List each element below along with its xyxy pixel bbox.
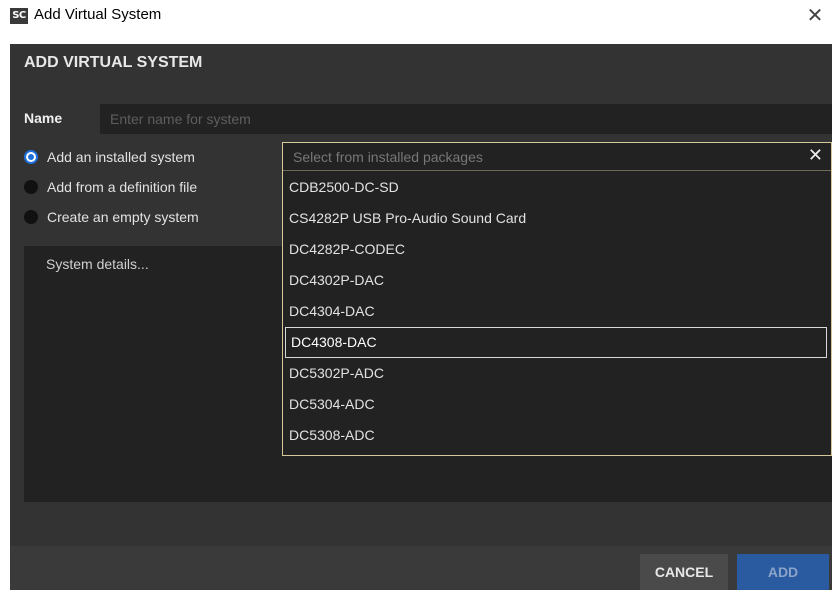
dialog-heading: ADD VIRTUAL SYSTEM bbox=[24, 54, 203, 71]
package-item[interactable]: CDB2500-DC-SD bbox=[283, 172, 831, 203]
add-button[interactable]: ADD bbox=[737, 554, 829, 590]
option-definition-file[interactable]: Add from a definition file bbox=[24, 176, 197, 198]
package-item[interactable]: DC5308-ADC bbox=[283, 420, 831, 451]
package-item[interactable]: DC4304-DAC bbox=[283, 296, 831, 327]
installed-packages-dropdown[interactable]: Select from installed packages ✕ CDB2500… bbox=[282, 142, 832, 456]
package-list: CDB2500-DC-SD CS4282P USB Pro-Audio Soun… bbox=[283, 172, 831, 451]
package-item[interactable]: DC4302P-DAC bbox=[283, 265, 831, 296]
option-label: Create an empty system bbox=[47, 209, 199, 225]
name-label: Name bbox=[24, 110, 63, 126]
system-details-placeholder: System details... bbox=[46, 256, 149, 272]
window-close-button[interactable]: ✕ bbox=[802, 2, 828, 28]
cancel-button[interactable]: CANCEL bbox=[640, 554, 728, 590]
dialog-footer: CANCEL ADD bbox=[10, 546, 832, 590]
option-label: Add an installed system bbox=[47, 149, 195, 165]
package-item-highlighted[interactable]: DC4308-DAC bbox=[285, 327, 827, 358]
package-item[interactable]: DC5302P-ADC bbox=[283, 358, 831, 389]
window-titlebar: SC Add Virtual System ✕ bbox=[0, 0, 832, 32]
add-virtual-system-dialog: ADD VIRTUAL SYSTEM Name Add an installed… bbox=[10, 44, 832, 590]
option-empty-system[interactable]: Create an empty system bbox=[24, 206, 199, 228]
radio-unselected-icon[interactable] bbox=[24, 180, 38, 194]
option-label: Add from a definition file bbox=[47, 179, 198, 195]
name-input[interactable] bbox=[100, 104, 832, 134]
package-item[interactable]: DC5304-ADC bbox=[283, 389, 831, 420]
app-logo-icon: SC bbox=[10, 8, 28, 24]
package-item[interactable]: DC4282P-CODEC bbox=[283, 234, 831, 265]
window-title: Add Virtual System bbox=[34, 6, 162, 23]
option-installed-system[interactable]: Add an installed system bbox=[24, 146, 195, 168]
dropdown-search-field[interactable]: Select from installed packages ✕ bbox=[283, 143, 831, 171]
clear-icon[interactable]: ✕ bbox=[808, 145, 823, 166]
dropdown-placeholder: Select from installed packages bbox=[293, 149, 483, 165]
package-item[interactable]: CS4282P USB Pro-Audio Sound Card bbox=[283, 203, 831, 234]
radio-unselected-icon[interactable] bbox=[24, 210, 38, 224]
radio-selected-icon[interactable] bbox=[24, 150, 38, 164]
